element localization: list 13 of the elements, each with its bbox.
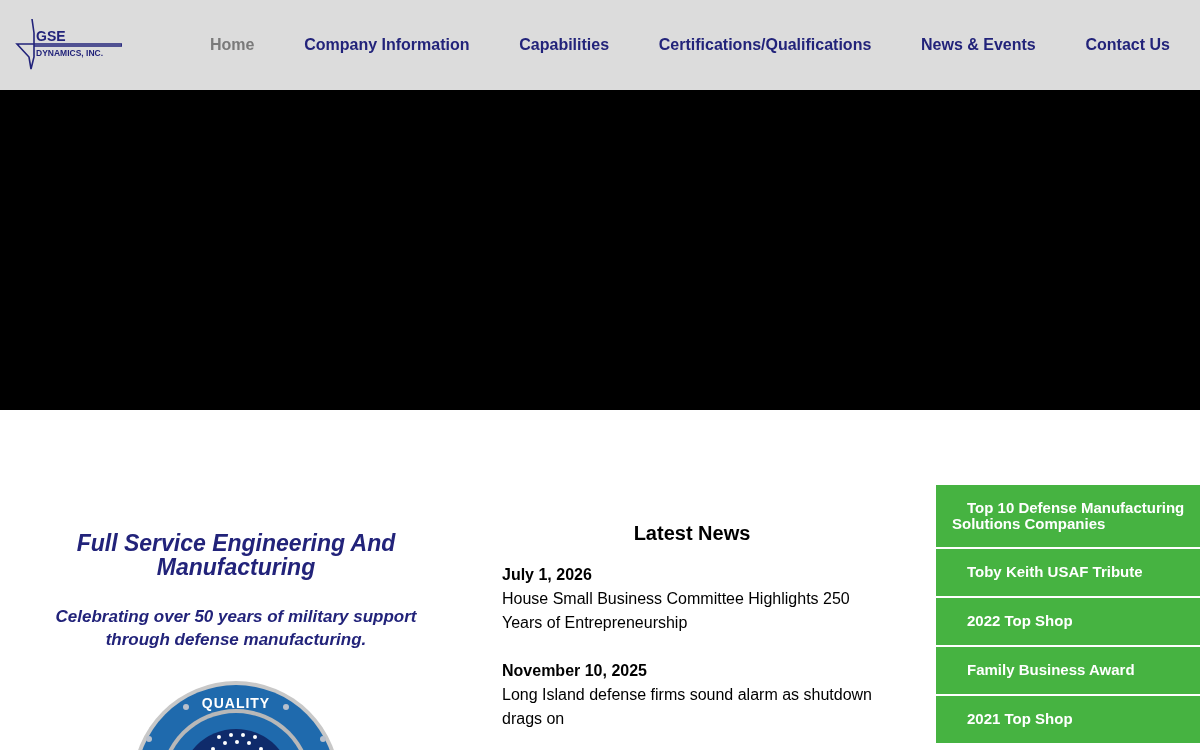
news-date: July 1, 2026 xyxy=(502,565,593,585)
tagline: Celebrating over 50 years of military support through defense manufacturing. xyxy=(54,606,418,651)
news-title: Latest News xyxy=(632,522,752,545)
nav-link[interactable]: Certifications/Qualifications xyxy=(658,36,872,54)
nav-link[interactable]: Capabilities xyxy=(519,36,610,54)
news-headline[interactable]: Long Island defense firms sound alarm as shutdown drags on xyxy=(502,683,882,731)
nav-link[interactable]: Company Information xyxy=(304,36,470,54)
section-heading: Full Service Engineering And Manufacturing xyxy=(75,531,397,579)
company-logo[interactable]: GSE DYNAMICS, INC. xyxy=(12,19,122,71)
news-headline[interactable]: House Small Business Committee Highlights 250 Years of Entrepreneurship xyxy=(502,587,882,635)
nav-link[interactable]: Contact Us xyxy=(1085,36,1170,54)
nav-link[interactable]: News & Events xyxy=(921,36,1036,54)
news-date: November 10, 2025 xyxy=(502,661,648,681)
